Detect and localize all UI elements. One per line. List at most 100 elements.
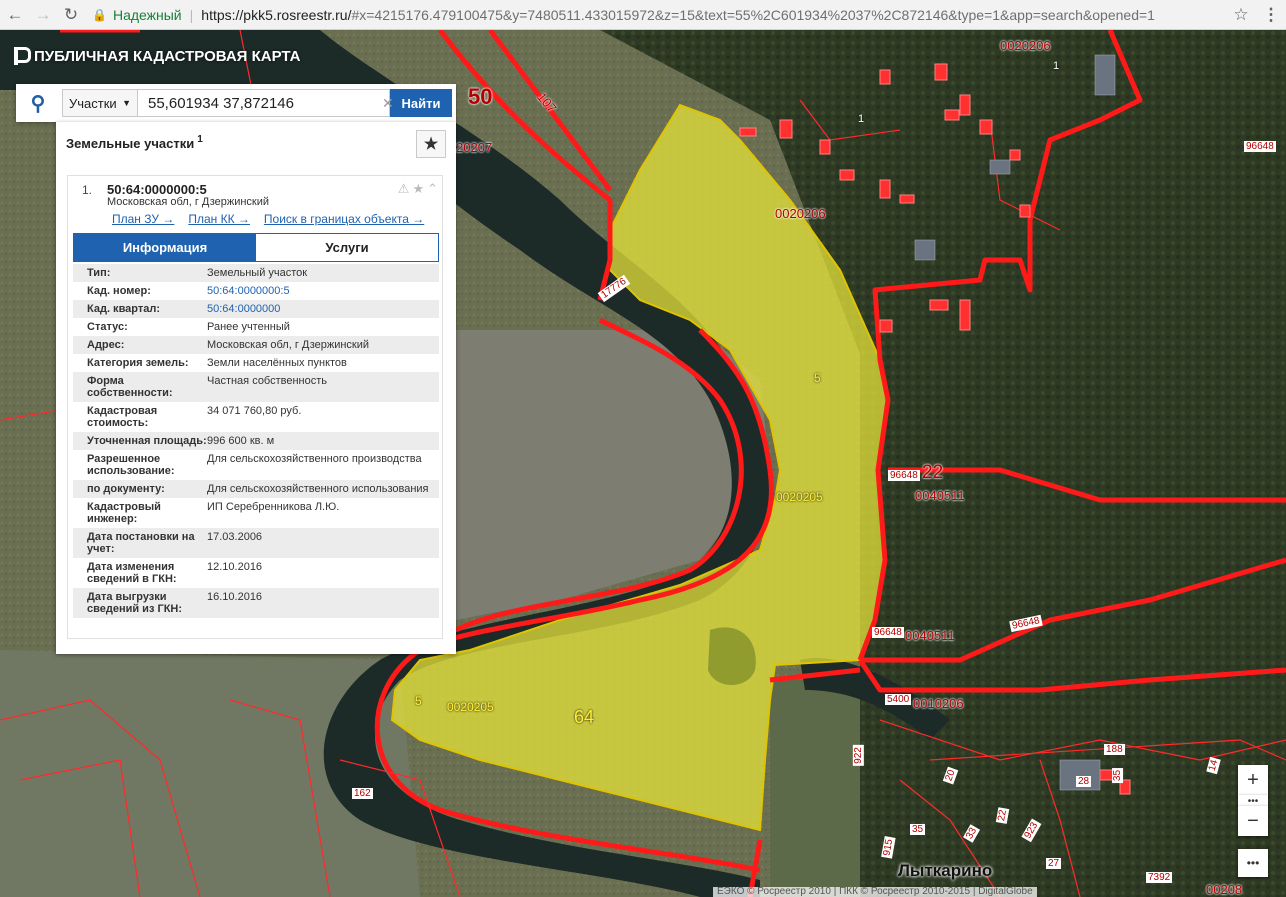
map-label: 0020206: [1000, 38, 1051, 53]
property-value: Земельный участок: [207, 267, 308, 279]
map-label: 0020206: [775, 206, 826, 221]
result-address: Московская обл, г Дзержинский: [107, 196, 270, 208]
property-key: Разрешенное использование:: [87, 453, 175, 477]
property-key: Дата изменения сведений в ГКН:: [87, 561, 177, 585]
caret-down-icon: ▼: [122, 98, 131, 108]
property-row: Дата постановки на учет: 17.03.2006: [73, 528, 439, 558]
map-label: 96648: [888, 470, 920, 481]
results-header: Земельные участки 1 ★: [56, 122, 456, 164]
tab-services[interactable]: Услуги: [256, 234, 438, 261]
search-in-bounds-link[interactable]: Поиск в границах объекта →: [264, 212, 424, 226]
search-type-select[interactable]: Участки ▼: [62, 89, 138, 117]
property-row: Кад. квартал: 50:64:0000000: [73, 300, 439, 318]
property-key: по документу:: [87, 483, 165, 495]
clear-icon[interactable]: ✕: [382, 95, 394, 112]
property-value: Земли населённых пунктов: [207, 357, 347, 369]
property-key: Кадастровая стоимость:: [87, 405, 158, 429]
favorite-star-icon[interactable]: ★: [416, 130, 446, 158]
map-label: 0040511: [905, 628, 955, 643]
zoom-in-button[interactable]: +: [1238, 765, 1268, 795]
property-value: ИП Серебренникова Л.Ю.: [207, 501, 340, 513]
map-label: 0010206: [913, 696, 964, 711]
property-value: 34 071 760,80 руб.: [207, 405, 302, 417]
search-input[interactable]: [138, 89, 390, 117]
url-path: #x=4215176.479100475&y=7480511.433015972…: [351, 6, 1155, 23]
result-cad-number[interactable]: 50:64:0000000:5: [107, 182, 207, 197]
property-key: Уточненная площадь:: [87, 435, 207, 447]
find-button[interactable]: Найти: [390, 89, 452, 117]
result-card: 1. 50:64:0000000:5 Московская обл, г Дзе…: [67, 175, 443, 639]
search-type-label: Участки: [69, 95, 117, 111]
tab-info[interactable]: Информация: [74, 234, 256, 261]
property-value: 12.10.2016: [207, 561, 263, 573]
forward-arrow-icon[interactable]: →: [30, 2, 56, 28]
plan-zu-link[interactable]: План ЗУ →: [112, 212, 174, 226]
property-value[interactable]: 50:64:0000000: [207, 303, 439, 315]
parcel-label: 5: [415, 694, 422, 708]
result-index: 1.: [82, 183, 93, 197]
property-value: Московская обл, г Дзержинский: [207, 339, 370, 351]
map-label: 50: [468, 84, 493, 109]
property-value: Ранее учтенный: [207, 321, 290, 333]
back-arrow-icon[interactable]: ←: [2, 2, 28, 28]
results-heading: Земельные участки: [66, 135, 195, 151]
map-label: 188: [1104, 744, 1125, 755]
property-value: Для сельскохозяйственного использования: [207, 483, 429, 495]
results-count: 1: [197, 133, 203, 145]
map-label: 7392: [1146, 872, 1173, 883]
property-row: Разрешенное использование: Для сельскохоз…: [73, 450, 439, 480]
collapse-chevron-icon[interactable]: ⌃: [427, 181, 438, 197]
bookmark-star-icon[interactable]: ☆: [1226, 5, 1256, 25]
browser-toolbar: ← → ↻ 🔒 Надежный | https://pkk5.rosreest…: [0, 0, 1286, 30]
property-row: Статус: Ранее учтенный: [73, 318, 439, 336]
map-label: 1: [1053, 60, 1060, 72]
property-row: Форма собственности: Частная собственност…: [73, 372, 439, 402]
parcel-label: 5: [814, 371, 821, 385]
url-host: https://pkk5.rosreestr.ru/: [201, 6, 352, 23]
property-value: 996 600 кв. м: [207, 435, 275, 447]
map-label: 922: [852, 745, 864, 766]
properties-table: Тип: Земельный участок Кад. номер: 50:64:00…: [73, 264, 439, 618]
property-row: Тип: Земельный участок: [73, 264, 439, 282]
property-row: Кадастровый инженер: ИП Серебренникова Л.…: [73, 498, 439, 528]
property-key: Кад. номер:: [87, 285, 151, 297]
property-value: Для сельскохозяйственного производства: [207, 453, 422, 465]
rosreestr-logo-icon: [14, 47, 31, 65]
address-bar[interactable]: 🔒 Надежный | https://pkk5.rosreestr.ru/#…: [92, 3, 1226, 27]
property-value[interactable]: 50:64:0000000:5: [207, 285, 439, 297]
parcel-label: 0020205: [776, 490, 823, 504]
property-row: Адрес: Московская обл, г Дзержинский: [73, 336, 439, 354]
map-label: 0040511: [915, 488, 965, 503]
star-icon[interactable]: ★: [412, 181, 424, 197]
map-label: 00208: [1206, 882, 1243, 897]
property-key: Категория земель:: [87, 357, 189, 369]
parcel-label: 64: [574, 707, 595, 727]
map-label: 35: [910, 824, 926, 835]
reload-icon[interactable]: ↻: [58, 2, 84, 28]
map-label: 28: [1076, 776, 1092, 787]
map-options-button[interactable]: •••: [1238, 849, 1268, 877]
warning-icon[interactable]: ⚠: [398, 181, 410, 197]
map-label: 162: [352, 788, 373, 799]
plan-kk-link[interactable]: План КК →: [188, 212, 250, 226]
property-value: 17.03.2006: [207, 531, 263, 543]
property-key: Дата выгрузки сведений из ГКН:: [87, 591, 183, 615]
map-label: 1: [858, 113, 865, 125]
property-row: Дата изменения сведений в ГКН: 12.10.2016: [73, 558, 439, 588]
search-bar: ⚲ Участки ▼ ✕ Найти: [16, 84, 456, 122]
property-key: Тип:: [87, 267, 111, 279]
property-value: Частная собственность: [207, 375, 328, 387]
app-title[interactable]: ПУБЛИЧНАЯ КАДАСТРОВАЯ КАРТА: [14, 47, 300, 65]
result-tabs: Информация Услуги: [73, 233, 439, 262]
property-row: Дата выгрузки сведений из ГКН: 16.10.2016: [73, 588, 439, 618]
map-label: 22: [922, 462, 944, 483]
property-row: Категория земель: Земли населённых пункто…: [73, 354, 439, 372]
property-row: Кадастровая стоимость: 34 071 760,80 руб.: [73, 402, 439, 432]
map-label: 96648: [1244, 141, 1276, 152]
zoom-out-button[interactable]: −: [1238, 806, 1268, 836]
browser-menu-icon[interactable]: ⋮: [1256, 5, 1286, 25]
results-panel: Земельные участки 1 ★ 1. 50:64:0000000:5…: [56, 122, 456, 654]
map-attribution: ЕЭКО © Росреестр 2010 | ПКК © Росреестр …: [713, 887, 1037, 897]
address-separator: |: [189, 6, 194, 23]
search-icon[interactable]: ⚲: [20, 88, 56, 118]
